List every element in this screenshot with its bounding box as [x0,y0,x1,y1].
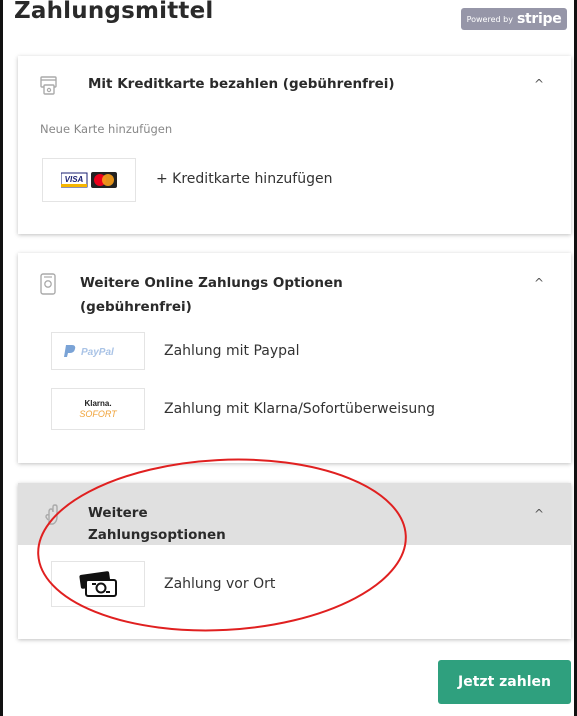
klarna-sofort-logo: Klarna. SOFORT [51,388,145,430]
online-payment-section-title-line2: (gebührenfrei) [80,299,192,315]
add-card-hint: Neue Karte hinzufügen [40,122,173,136]
other-payment-section-title-line2: Zahlungsoptionen [88,527,226,543]
chevron-up-icon[interactable]: ^ [534,276,544,290]
pay-on-site-option-label[interactable]: Zahlung vor Ort [164,576,275,592]
badge-powered-text: Powered by [466,14,513,24]
paypal-option-label[interactable]: Zahlung mit Paypal [164,343,300,359]
page-title: Zahlungsmittel [14,0,214,24]
powered-by-stripe-badge: Powered by stripe [461,8,567,30]
paypal-logo: PayPal [51,332,145,370]
paypal-logo-text: PayPal [81,347,114,358]
klarna-option-label[interactable]: Zahlung mit Klarna/Sofortüberweisung [164,401,435,417]
card-brands-logo: VISA [42,158,136,202]
sofort-logo-text: SOFORT [79,409,118,419]
online-payment-section: Weitere Online Zahlungs Optionen (gebühr… [18,253,571,463]
credit-card-section: Mit Kreditkarte bezahlen (gebührenfrei) … [18,56,571,234]
other-payment-section-title-line1: Weitere [88,505,148,521]
other-payment-section-header[interactable]: Weitere Zahlungsoptionen ^ [18,483,571,545]
window-frame-left [0,0,3,716]
cash-icon [79,571,117,597]
credit-card-section-title: Mit Kreditkarte bezahlen (gebührenfrei) [88,76,395,92]
chevron-up-icon[interactable]: ^ [534,507,544,521]
visa-logo-text: VISA [65,175,84,184]
hand-icon [44,503,60,529]
online-payment-section-title-line1: Weitere Online Zahlungs Optionen [80,275,343,291]
other-payment-section: Weitere Zahlungsoptionen ^ Zahlung vor O… [18,483,571,639]
badge-brand-text: stripe [516,11,562,27]
klarna-logo-text: Klarna. [84,399,111,408]
chevron-up-icon[interactable]: ^ [534,77,544,91]
cash-logo [51,561,145,607]
pay-now-button[interactable]: Jetzt zahlen [438,660,571,704]
wallet-icon [40,273,56,299]
add-credit-card-link[interactable]: + Kreditkarte hinzufügen [156,171,332,187]
credit-card-icon [40,76,58,100]
